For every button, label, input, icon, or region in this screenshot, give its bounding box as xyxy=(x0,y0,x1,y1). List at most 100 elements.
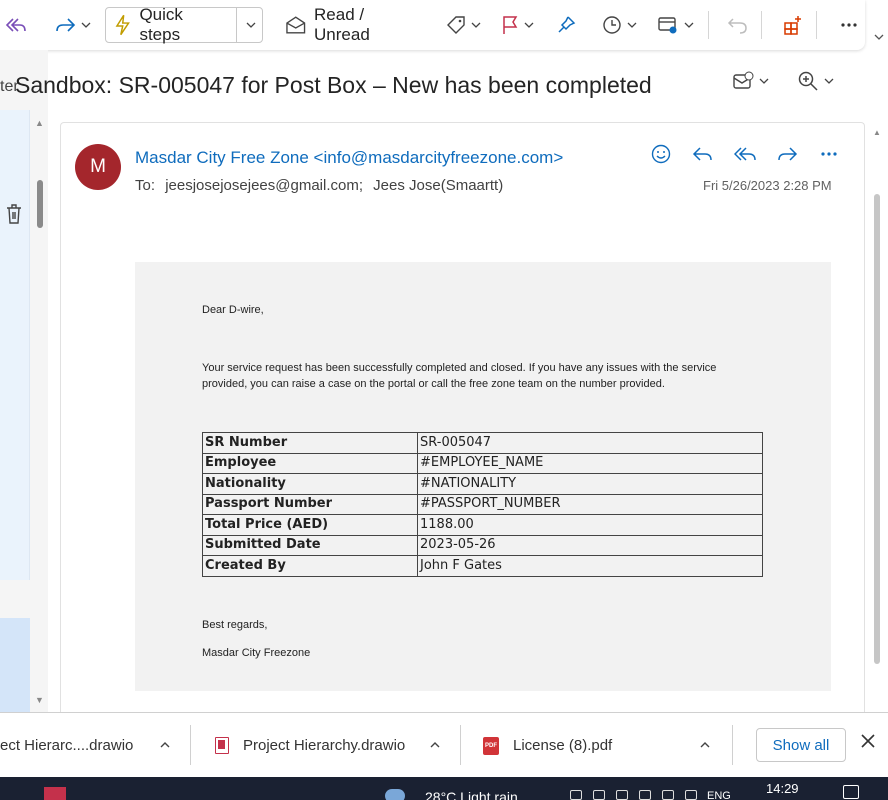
show-all-button[interactable]: Show all xyxy=(756,728,846,762)
pin-icon xyxy=(558,16,576,33)
rules-button[interactable] xyxy=(651,6,702,44)
chevron-down-icon[interactable] xyxy=(79,18,93,32)
divider xyxy=(460,725,461,765)
zoom-button[interactable] xyxy=(797,70,836,92)
sender-name[interactable]: Masdar City Free Zone <info@masdarcityfr… xyxy=(135,148,563,168)
pin-button[interactable] xyxy=(550,6,582,44)
scroll-up-arrow-icon[interactable]: ▲ xyxy=(873,128,881,137)
row-key: SR Number xyxy=(202,432,418,454)
chevron-up-icon[interactable] xyxy=(158,738,172,752)
undo-icon xyxy=(727,18,747,34)
react-button[interactable] xyxy=(650,143,672,165)
summary-button[interactable] xyxy=(732,71,771,91)
message-actions xyxy=(650,143,840,165)
zoom-in-icon xyxy=(798,71,818,91)
chevron-down-icon xyxy=(824,78,834,84)
envelope-check-icon xyxy=(733,71,754,89)
flag-icon xyxy=(503,16,518,34)
tag-button[interactable] xyxy=(440,6,489,44)
scroll-up-arrow-icon[interactable]: ▲ xyxy=(35,118,44,128)
lightning-icon xyxy=(115,14,130,36)
row-value: John F Gates xyxy=(417,555,763,577)
row-value: #EMPLOYEE_NAME xyxy=(417,452,763,474)
scroll-down-arrow-icon[interactable]: ▼ xyxy=(35,695,44,705)
download-filename: License (8).pdf xyxy=(513,737,613,754)
row-key: Passport Number xyxy=(202,493,418,515)
chevron-up-icon[interactable] xyxy=(428,738,442,752)
table-row: Total Price (AED) 1188.00 xyxy=(202,514,763,536)
row-key: Created By xyxy=(202,555,418,577)
ribbon-collapse-chevron-icon[interactable] xyxy=(872,30,886,44)
smiley-icon xyxy=(651,144,671,164)
message-list-item-selected[interactable] xyxy=(0,618,30,712)
tray-icon[interactable] xyxy=(593,790,605,800)
recipient[interactable]: Jees Jose(Smaartt) xyxy=(373,177,503,194)
tray-icon[interactable] xyxy=(616,790,628,800)
row-key: Nationality xyxy=(202,473,418,495)
apps-button[interactable] xyxy=(776,6,810,44)
scrollbar-thumb[interactable] xyxy=(874,194,880,664)
notification-icon[interactable] xyxy=(843,785,859,799)
reply-all-icon xyxy=(5,18,26,32)
outlook-window: Quick steps Read / Unread ter ▲ ▼ Sandbo… xyxy=(0,0,888,800)
taskbar: 28°C Light rain ENG 14:29 xyxy=(0,777,888,800)
weather-text[interactable]: 28°C Light rain xyxy=(425,789,518,800)
chevron-down-icon xyxy=(759,78,769,84)
clock-icon xyxy=(603,16,621,34)
table-row: Employee #EMPLOYEE_NAME xyxy=(202,452,763,474)
pdf-file-icon: PDF xyxy=(483,736,499,755)
email-body: Dear D-wire, Your service request has be… xyxy=(135,262,831,691)
message-list-item[interactable] xyxy=(0,110,30,580)
divider xyxy=(732,725,733,765)
subject-actions xyxy=(732,70,836,92)
row-key: Total Price (AED) xyxy=(202,514,418,536)
close-icon[interactable] xyxy=(858,731,878,751)
tray-icon[interactable] xyxy=(570,790,582,800)
app-icon[interactable] xyxy=(44,787,66,800)
reply-button[interactable] xyxy=(692,143,714,165)
tray-icon[interactable] xyxy=(662,790,674,800)
download-item[interactable]: PDF License (8).pdf xyxy=(483,713,612,778)
quick-steps-button[interactable]: Quick steps xyxy=(105,5,263,44)
trash-icon[interactable] xyxy=(4,203,24,225)
chevron-up-icon[interactable] xyxy=(698,738,712,752)
quick-steps-dropdown[interactable] xyxy=(235,8,262,42)
rules-icon xyxy=(658,17,677,34)
download-filename: ect Hierarc....drawio xyxy=(0,737,134,754)
read-unread-button[interactable]: Read / Unread xyxy=(279,5,429,44)
language-indicator[interactable]: ENG xyxy=(707,790,731,800)
closing: Best regards, xyxy=(202,619,268,631)
download-item[interactable]: ect Hierarc....drawio xyxy=(0,713,133,778)
row-value: #NATIONALITY xyxy=(417,473,763,495)
divider xyxy=(190,725,191,765)
forward-button[interactable] xyxy=(48,6,99,44)
reply-all-button[interactable] xyxy=(0,6,32,44)
more-options-button[interactable] xyxy=(833,6,865,44)
flag-button[interactable] xyxy=(495,6,542,44)
clock[interactable]: 14:29 xyxy=(766,781,799,796)
download-item[interactable]: Project Hierarchy.drawio xyxy=(215,713,405,778)
table-row: Passport Number #PASSPORT_NUMBER xyxy=(202,493,763,515)
read-unread-label: Read / Unread xyxy=(314,5,370,44)
reading-pane-scrollbar[interactable]: ▲ xyxy=(873,128,881,698)
recipients-line: To: jeesjosejosejees@gmail.com; Jees Jos… xyxy=(135,177,509,194)
reply-all-button[interactable] xyxy=(734,143,756,165)
forward-button[interactable] xyxy=(776,143,798,165)
weather-icon[interactable] xyxy=(385,789,405,800)
table-row: SR Number SR-005047 xyxy=(202,432,763,454)
more-actions-button[interactable] xyxy=(818,143,840,165)
list-scrollbar-thumb[interactable] xyxy=(37,180,43,228)
tray-icon[interactable] xyxy=(685,790,697,800)
drawio-file-icon xyxy=(215,737,229,754)
avatar[interactable]: M xyxy=(75,144,121,190)
row-value: 1188.00 xyxy=(417,514,763,536)
undo-button[interactable] xyxy=(721,6,755,44)
forward-icon xyxy=(778,147,798,161)
snooze-button[interactable] xyxy=(596,6,645,44)
ribbon-toolbar: Quick steps Read / Unread xyxy=(0,0,865,50)
table-row: Nationality #NATIONALITY xyxy=(202,473,763,495)
chevron-down-icon xyxy=(524,22,534,28)
tray-icon[interactable] xyxy=(639,790,651,800)
chevron-down-icon xyxy=(246,22,255,28)
recipient[interactable]: jeesjosejosejees@gmail.com; xyxy=(165,177,363,194)
